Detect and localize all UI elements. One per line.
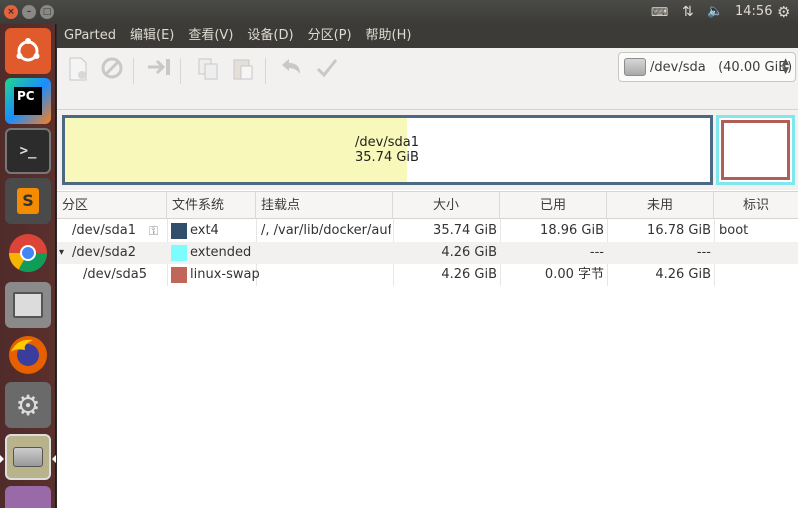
table-header: 分区 文件系统 挂载点 大小 已用 未用 标识 <box>57 192 798 219</box>
partition-table: 分区 文件系统 挂载点 大小 已用 未用 标识 /dev/sda1 ⚿ ext4… <box>57 191 798 508</box>
clock[interactable]: 14:56 <box>735 0 772 24</box>
paste-icon[interactable] <box>228 56 258 86</box>
menubar: GParted 编辑(E) 查看(V) 设备(D) 分区(P) 帮助(H) <box>57 24 798 48</box>
pycharm-icon[interactable]: PC <box>5 78 51 124</box>
terminal-icon[interactable]: >_ <box>5 128 51 174</box>
apply-icon[interactable] <box>312 56 342 86</box>
app-icon[interactable] <box>5 486 51 508</box>
window-close-button[interactable]: × <box>4 5 18 19</box>
files-icon[interactable] <box>5 282 51 328</box>
partition-name: /dev/sda2 <box>72 245 136 260</box>
updown-arrow-icon: ▲ ▼ <box>782 57 789 76</box>
gear-icon[interactable]: ⚙ <box>777 0 790 24</box>
filesystem-color-swatch <box>171 267 187 283</box>
menu-view[interactable]: 查看(V) <box>181 24 240 48</box>
launcher: PC >_ S ⚙ <box>0 24 56 508</box>
resize-move-icon[interactable] <box>144 56 174 86</box>
toolbar: /dev/sda (40.00 GiB) ▲ ▼ <box>57 48 798 110</box>
harddisk-icon <box>624 58 646 76</box>
menu-device[interactable]: 设备(D) <box>240 24 300 48</box>
window-maximize-button[interactable]: □ <box>40 5 54 19</box>
segment-name: /dev/sda1 <box>355 135 419 150</box>
size: 4.26 GiB <box>441 267 497 282</box>
used: --- <box>589 245 604 260</box>
undo-icon[interactable] <box>276 56 306 86</box>
gparted-icon[interactable] <box>5 434 51 480</box>
volume-icon[interactable]: 🔈 <box>707 0 723 24</box>
mountpoint: /, /var/lib/docker/aufs <box>261 223 391 238</box>
column-header-size[interactable]: 大小 <box>393 192 500 219</box>
filesystem-color-swatch <box>171 223 187 239</box>
segment-size: 35.74 GiB <box>355 150 419 165</box>
mountpoint <box>261 264 391 286</box>
system-settings-icon[interactable]: ⚙ <box>5 382 51 428</box>
toolbar-separator <box>265 58 266 84</box>
column-header-used[interactable]: 已用 <box>500 192 607 219</box>
running-indicator <box>0 455 4 463</box>
partition-segment-sda2-extended[interactable] <box>716 115 795 185</box>
partition-map: /dev/sda1 35.74 GiB <box>57 115 798 185</box>
gparted-window: GParted 编辑(E) 查看(V) 设备(D) 分区(P) 帮助(H) /d… <box>57 24 798 508</box>
top-panel: × – □ ⌨ ⇅ 🔈 14:56 ⚙ <box>0 0 798 24</box>
toolbar-separator <box>133 58 134 84</box>
column-header-partition[interactable]: 分区 <box>57 192 167 219</box>
copy-icon[interactable] <box>193 56 223 86</box>
network-icon[interactable]: ⇅ <box>682 0 694 24</box>
firefox-icon[interactable] <box>5 332 51 378</box>
key-icon: ⚿ <box>149 224 159 238</box>
menu-partition[interactable]: 分区(P) <box>301 24 359 48</box>
filesystem: extended <box>190 245 252 260</box>
mountpoint <box>261 242 391 264</box>
flags: boot <box>719 223 749 238</box>
used: 0.00 字节 <box>544 267 604 282</box>
filesystem: linux-swap <box>190 267 260 282</box>
filesystem-color-swatch <box>171 245 187 261</box>
column-header-flags[interactable]: 标识 <box>714 192 798 219</box>
menu-app-title[interactable]: GParted <box>57 24 123 48</box>
table-row[interactable]: ▾ /dev/sda2 extended 4.26 GiB --- --- <box>57 242 798 264</box>
partition-name: /dev/sda1 <box>72 223 136 238</box>
ubuntu-dash-icon[interactable] <box>5 28 51 74</box>
size: 35.74 GiB <box>433 223 497 238</box>
used: 18.96 GiB <box>540 223 604 238</box>
table-row[interactable]: /dev/sda1 ⚿ ext4 /, /var/lib/docker/aufs… <box>57 220 798 242</box>
table-row[interactable]: /dev/sda5 linux-swap 4.26 GiB 0.00 字节 4.… <box>57 264 798 286</box>
unused: 4.26 GiB <box>655 267 711 282</box>
delete-partition-icon[interactable] <box>97 56 127 86</box>
window-minimize-button[interactable]: – <box>22 5 36 19</box>
expander-arrow-icon[interactable]: ▾ <box>59 242 64 264</box>
unused: --- <box>696 245 711 260</box>
menu-help[interactable]: 帮助(H) <box>359 24 419 48</box>
unused: 16.78 GiB <box>647 223 711 238</box>
partition-segment-sda1[interactable]: /dev/sda1 35.74 GiB <box>62 115 713 185</box>
keyboard-icon[interactable]: ⌨ <box>651 0 668 24</box>
new-partition-icon[interactable] <box>63 56 93 86</box>
device-selector[interactable]: /dev/sda (40.00 GiB) ▲ ▼ <box>618 52 796 82</box>
active-indicator <box>52 455 56 463</box>
size: 4.26 GiB <box>441 245 497 260</box>
column-header-mountpoint[interactable]: 挂载点 <box>256 192 393 219</box>
partition-segment-sda5[interactable] <box>721 120 790 180</box>
chrome-icon[interactable] <box>5 230 51 276</box>
device-selector-label: /dev/sda (40.00 GiB) <box>650 59 793 75</box>
segment-label: /dev/sda1 35.74 GiB <box>355 135 419 165</box>
toolbar-separator <box>180 58 181 84</box>
menu-edit[interactable]: 编辑(E) <box>123 24 181 48</box>
column-header-filesystem[interactable]: 文件系统 <box>167 192 256 219</box>
column-header-unused[interactable]: 未用 <box>607 192 714 219</box>
partition-name: /dev/sda5 <box>83 267 147 282</box>
filesystem: ext4 <box>190 223 219 238</box>
sublime-text-icon[interactable]: S <box>5 178 51 224</box>
